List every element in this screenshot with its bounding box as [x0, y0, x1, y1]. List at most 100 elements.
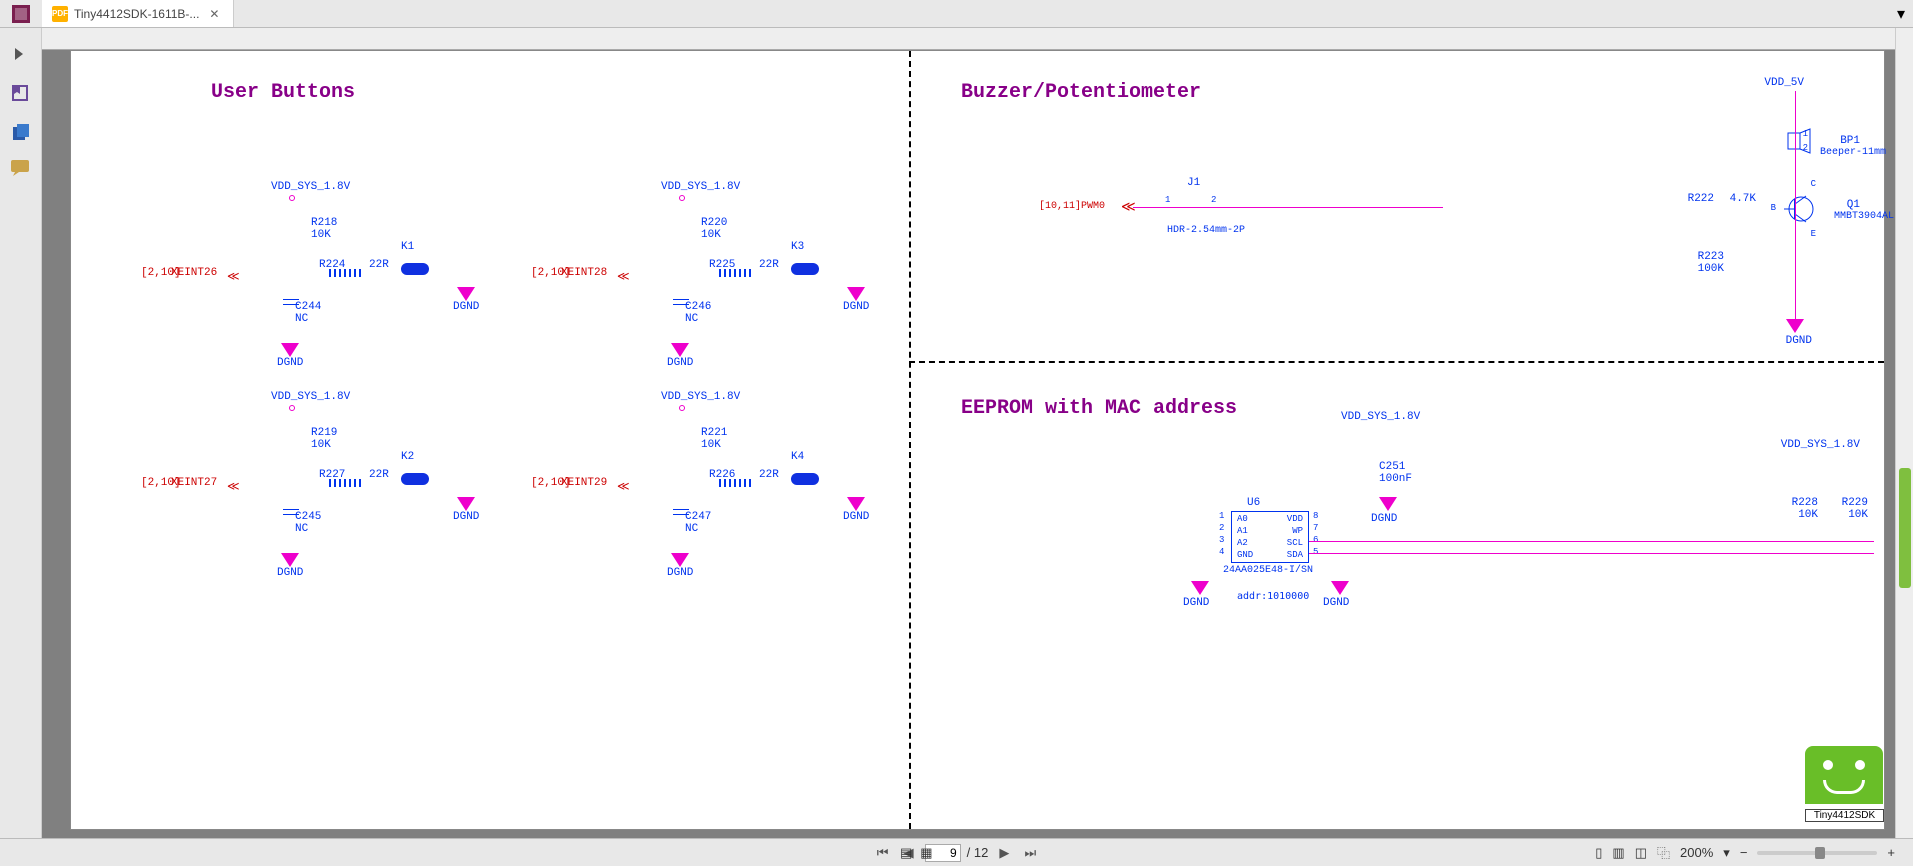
- q1: Q1: [1847, 199, 1860, 211]
- pin-n5: 5: [1313, 547, 1318, 557]
- pwm-sheet: [10,11]: [1039, 201, 1081, 212]
- status-bar: ⏮ ◀ / 12 ▶ ⏭ ▤ ▦ ▯ ▥ ◫ ⿻ 200% ▾ − +: [0, 838, 1913, 866]
- cap-name: C244: [295, 301, 321, 313]
- single-page-icon[interactable]: ▯: [1595, 845, 1602, 861]
- vdd-node: [679, 405, 685, 411]
- dgnd-1: DGND: [667, 567, 693, 579]
- zoom-thumb[interactable]: [1815, 847, 1825, 859]
- bp-pin2: 2: [1803, 143, 1808, 153]
- pin-vdd: VDD: [1271, 514, 1306, 524]
- switch-name: K1: [401, 241, 414, 253]
- mascot-widget[interactable]: [1805, 746, 1883, 804]
- r-pull: R220: [701, 217, 727, 229]
- gnd-icon: [281, 553, 299, 567]
- dgnd-2: DGND: [453, 511, 479, 523]
- vdd-label: VDD_SYS_1.8V: [271, 391, 350, 403]
- port-arrow-icon: ≪: [227, 269, 240, 284]
- u6: U6: [1247, 497, 1260, 509]
- last-page-button[interactable]: ⏭: [1020, 843, 1040, 863]
- port-arrow-icon: ≪: [227, 479, 240, 494]
- dgnd-1: DGND: [667, 357, 693, 369]
- document-viewport[interactable]: User Buttons Buzzer/Potentiometer EEPROM…: [42, 28, 1913, 838]
- mascot-eye-icon: [1823, 760, 1833, 770]
- tab-title: Tiny4412SDK-1611B-...: [74, 7, 199, 21]
- vertical-scrollbar[interactable]: [1895, 28, 1913, 838]
- j1: J1: [1187, 177, 1200, 189]
- eeprom-dgnd3: DGND: [1371, 513, 1397, 525]
- button-block-k1: VDD_SYS_1.8V R218 10K R224 22R K1 [2,10]…: [111, 181, 471, 381]
- fit-page-icon[interactable]: ▦: [920, 845, 932, 861]
- tact-switch-icon: [791, 263, 819, 275]
- two-page-icon[interactable]: ◫: [1635, 845, 1647, 861]
- cap-val: 100nF: [1379, 473, 1412, 485]
- r-pull: R218: [311, 217, 337, 229]
- fit-width-icon[interactable]: ▤: [900, 845, 912, 861]
- tact-switch-icon: [401, 473, 429, 485]
- pin-gnd: GND: [1234, 550, 1269, 560]
- pin-n1: 1: [1219, 511, 1224, 521]
- dgnd-2: DGND: [843, 511, 869, 523]
- expand-panel-icon[interactable]: [11, 46, 31, 66]
- mascot-eye-icon: [1855, 760, 1865, 770]
- next-page-button[interactable]: ▶: [994, 843, 1014, 863]
- eeprom-chip: A0VDD A1WP A2SCL GNDSDA: [1231, 511, 1309, 563]
- scroll-thumb[interactable]: [1899, 468, 1911, 588]
- close-tab-icon[interactable]: ✕: [205, 7, 223, 21]
- continuous-icon[interactable]: ▥: [1612, 845, 1624, 861]
- buzzer-icon: [1786, 127, 1814, 155]
- eeprom-dgnd1: DGND: [1183, 597, 1209, 609]
- r229-val: 10K: [1848, 509, 1868, 521]
- comments-icon[interactable]: [11, 160, 31, 180]
- r222-val: 4.7K: [1730, 193, 1756, 205]
- zoom-value: 200%: [1680, 845, 1713, 860]
- view-mode-icons: ▤ ▦: [900, 845, 933, 861]
- first-page-button[interactable]: ⏮: [873, 843, 893, 863]
- schematic-page: User Buttons Buzzer/Potentiometer EEPROM…: [70, 50, 1885, 830]
- pin-b: B: [1771, 203, 1776, 213]
- r228: R228: [1792, 497, 1818, 509]
- pin-n2: 2: [1219, 523, 1224, 533]
- document-tab[interactable]: PDF Tiny4412SDK-1611B-... ✕: [42, 0, 234, 27]
- r-pull-val: 10K: [701, 229, 721, 241]
- r-series-val: 22R: [369, 469, 389, 481]
- vdd-label: VDD_SYS_1.8V: [661, 391, 740, 403]
- j1-pin1: 1: [1165, 195, 1170, 205]
- r228-val: 10K: [1798, 509, 1818, 521]
- chip-model: 24AA025E48-I/SN: [1223, 565, 1313, 576]
- section-title-user-buttons: User Buttons: [211, 81, 355, 104]
- cap-nc: NC: [295, 523, 308, 535]
- r223: R223: [1698, 251, 1724, 263]
- tab-bar: PDF Tiny4412SDK-1611B-... ✕ ▾: [0, 0, 1913, 28]
- book-view-icon[interactable]: ⿻: [1657, 843, 1670, 862]
- tab-dropdown-icon[interactable]: ▾: [1889, 0, 1913, 27]
- gnd-icon: [671, 343, 689, 357]
- dgnd-1: DGND: [277, 357, 303, 369]
- page-total: / 12: [967, 845, 989, 860]
- button-block-k3: VDD_SYS_1.8V R220 10K R225 22R K3 [2,10]…: [501, 181, 861, 381]
- port-name: XEINT28: [561, 267, 607, 279]
- pages-icon[interactable]: [11, 122, 31, 142]
- zoom-slider[interactable]: [1757, 851, 1877, 855]
- pin-wp: WP: [1271, 526, 1306, 536]
- gnd-icon: [281, 343, 299, 357]
- buzzer-block: VDD_5V BP1 Beeper-11mm 1 2 Q1 MMBT3904AL…: [1001, 71, 1874, 361]
- zoom-in-button[interactable]: +: [1887, 845, 1895, 860]
- gnd-icon: [1191, 581, 1209, 595]
- dgnd-1: DGND: [277, 567, 303, 579]
- r-pull-val: 10K: [701, 439, 721, 451]
- gnd-icon: [457, 287, 475, 301]
- buzzer-dgnd: DGND: [1786, 335, 1812, 347]
- dgnd-2: DGND: [843, 301, 869, 313]
- bookmark-icon[interactable]: [11, 84, 31, 104]
- wire: [1309, 541, 1874, 542]
- port-arrow-icon: ≪: [617, 479, 630, 494]
- pin-a1: A1: [1234, 526, 1269, 536]
- cap-name: C247: [685, 511, 711, 523]
- zoom-out-button[interactable]: −: [1740, 845, 1748, 860]
- vdd-label: VDD_SYS_1.8V: [271, 181, 350, 193]
- port-arrow-icon: ≪: [617, 269, 630, 284]
- resistor-icon: [719, 269, 753, 277]
- vdd5-label: VDD_5V: [1764, 77, 1804, 89]
- r-pull-val: 10K: [311, 439, 331, 451]
- zoom-dropdown-icon[interactable]: ▾: [1723, 845, 1730, 861]
